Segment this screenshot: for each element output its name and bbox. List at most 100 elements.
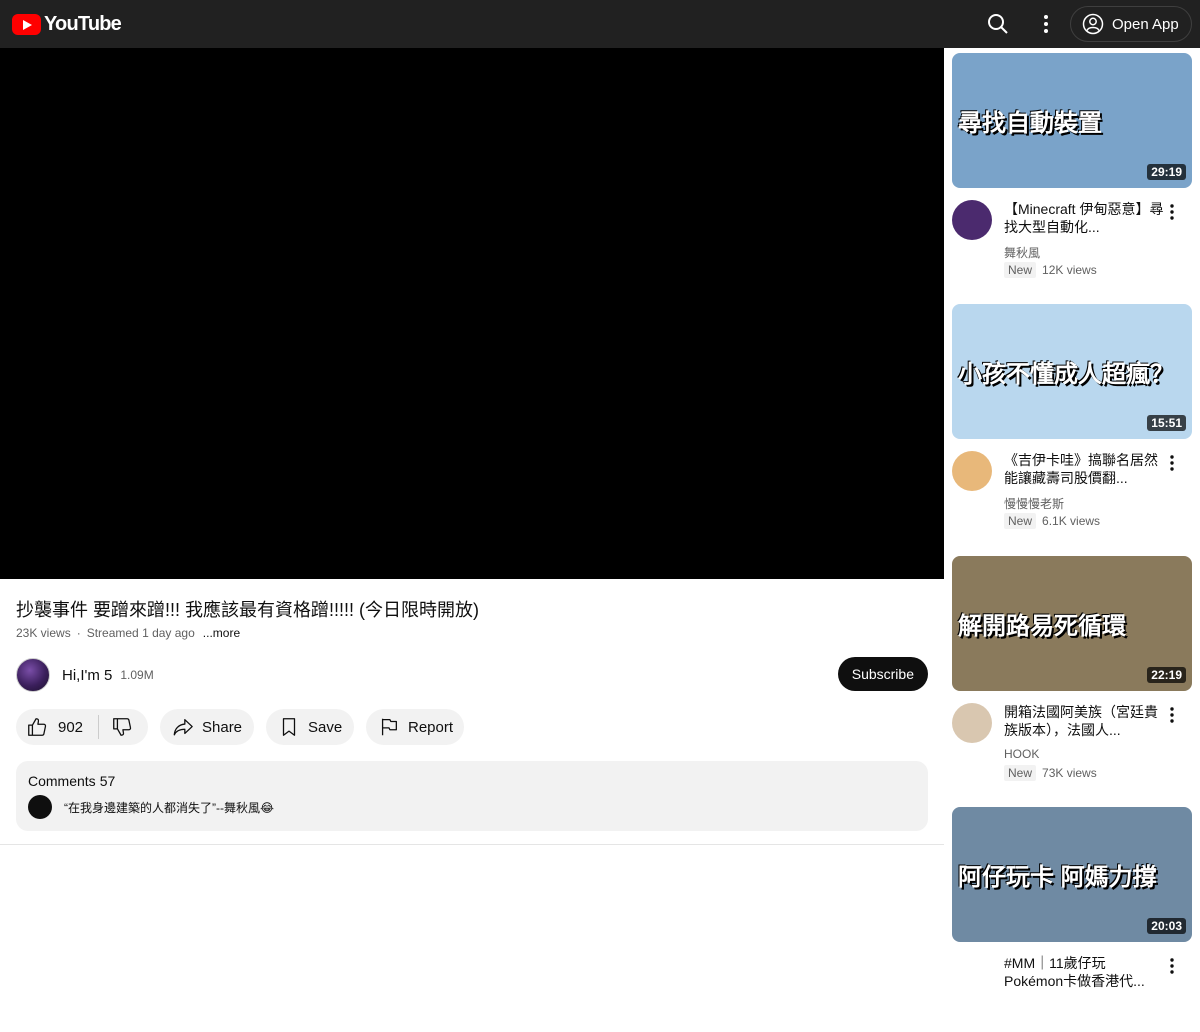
report-label: Report [408, 718, 454, 736]
channel-name[interactable]: Hi,I'm 5 [62, 667, 112, 684]
share-button[interactable]: Share [160, 709, 254, 745]
vertical-dots-icon[interactable] [1164, 202, 1180, 222]
video-duration: 20:03 [1147, 918, 1186, 934]
view-count: 23K views [16, 626, 71, 640]
view-count: 12K views [1042, 263, 1097, 277]
dot [1170, 719, 1174, 723]
thumbnail-caption: 尋找自動裝置 [958, 110, 1102, 137]
channel-row: Hi,I'm 5 1.09M Subscribe [16, 657, 928, 692]
video-duration: 22:19 [1147, 667, 1186, 683]
dot [1170, 713, 1174, 717]
video-thumbnail[interactable]: 小孩不懂成人超瘋？ 15:51 [952, 304, 1192, 439]
video-info: 《吉伊卡哇》搞聯名居然能讓藏壽司股價翻... 慢慢慢老斯 New 6.1K views [952, 439, 1192, 529]
section-divider [0, 844, 944, 845]
channel-avatar[interactable] [952, 703, 992, 743]
comments-count: 57 [99, 773, 116, 789]
channel-name: 舞秋風 [1004, 246, 1041, 260]
dot [1170, 964, 1174, 968]
flag-icon [381, 718, 397, 736]
subscribe-button[interactable]: Subscribe [837, 657, 928, 691]
channel-name: HOOK [1004, 747, 1040, 761]
top-bar: YouTube Open App [0, 0, 1200, 48]
related-video-card[interactable]: 小孩不懂成人超瘋？ 15:51 《吉伊卡哇》搞聯名居然能讓藏壽司股價翻... 慢慢慢老… [952, 304, 1192, 529]
video-stats: New 73K views [1004, 765, 1097, 781]
video-title[interactable]: #MM｜11歲仔玩Pokémon卡做香港代... [1004, 954, 1164, 990]
vertical-dots-icon[interactable] [1164, 956, 1180, 976]
dot [1170, 970, 1174, 974]
comments-panel[interactable]: Comments 57 “在我身邊建築的人都消失了”--舞秋風😂 [16, 761, 928, 831]
youtube-logo[interactable]: YouTube [12, 13, 122, 36]
thumbs-down-icon[interactable] [111, 716, 133, 738]
like-dislike-group: 902 [16, 709, 148, 745]
report-button[interactable]: Report [366, 709, 464, 745]
subscriber-count: 1.09M [120, 668, 154, 682]
dot [1170, 216, 1174, 220]
channel-avatar[interactable] [952, 954, 992, 994]
video-thumbnail[interactable]: 阿仔玩卡 阿媽力撐 20:03 [952, 807, 1192, 942]
new-badge: New [1004, 513, 1037, 529]
meta-separator: · [76, 626, 81, 640]
top-comment: “在我身邊建築的人都消失了”--舞秋風😂 [28, 795, 916, 819]
vertical-dots-icon [1044, 15, 1048, 33]
video-meta: 23K views · Streamed 1 day ago ...more [16, 626, 240, 640]
dot [1170, 707, 1174, 711]
video-title[interactable]: 開箱法國阿美族（宮廷貴族版本），法國人... [1004, 703, 1164, 739]
thumbnail-caption: 阿仔玩卡 阿媽力撐 [958, 864, 1157, 891]
comments-label: Comments [28, 773, 96, 789]
commenter-avatar [28, 795, 52, 819]
youtube-play-icon [12, 14, 41, 35]
dot [1170, 210, 1174, 214]
share-label: Share [202, 718, 243, 736]
logo-text: YouTube [44, 13, 122, 35]
video-info: #MM｜11歲仔玩Pokémon卡做香港代... [952, 942, 1192, 1032]
related-video-card[interactable]: 尋找自動裝置 29:19 【Minecraft 伊甸惡意】尋找大型自動化... 舞秋風… [952, 53, 1192, 278]
top-comment-text: “在我身邊建築的人都消失了”--舞秋風😂 [64, 800, 275, 815]
dot [1170, 455, 1174, 459]
video-stats: New 12K views [1004, 262, 1097, 278]
share-icon [173, 719, 193, 736]
thumbs-up-icon[interactable] [26, 716, 48, 738]
video-thumbnail[interactable]: 尋找自動裝置 29:19 [952, 53, 1192, 188]
thumbnail-caption: 小孩不懂成人超瘋？ [958, 361, 1174, 388]
open-app-label: Open App [1112, 15, 1179, 33]
like-count: 902 [58, 718, 84, 736]
dot [1170, 958, 1174, 962]
more-link[interactable]: ...more [203, 626, 240, 640]
related-video-card[interactable]: 解開路易死循環 22:19 開箱法國阿美族（宮廷貴族版本），法國人... HOOK Ne… [952, 556, 1192, 781]
streamed-time: Streamed 1 day ago [86, 626, 195, 640]
video-title[interactable]: 【Minecraft 伊甸惡意】尋找大型自動化... [1004, 200, 1164, 236]
video-duration: 15:51 [1147, 415, 1186, 431]
video-thumbnail[interactable]: 解開路易死循環 22:19 [952, 556, 1192, 691]
bookmark-icon [282, 718, 296, 736]
video-stats: New 6.1K views [1004, 513, 1100, 529]
vertical-dots-icon[interactable] [1164, 453, 1180, 473]
video-duration: 29:19 [1147, 164, 1186, 180]
comments-header: Comments 57 [28, 773, 916, 789]
dot [1170, 461, 1174, 465]
vertical-dots-icon[interactable] [1164, 705, 1180, 725]
search-button[interactable] [984, 10, 1012, 38]
new-badge: New [1004, 765, 1037, 781]
save-label: Save [308, 718, 343, 736]
action-bar: 902 Share Save Report [16, 709, 476, 745]
dot [1170, 467, 1174, 471]
account-icon [1082, 13, 1104, 35]
video-info: 【Minecraft 伊甸惡意】尋找大型自動化... 舞秋風 New 12K view… [952, 188, 1192, 278]
video-player[interactable] [0, 48, 944, 579]
video-info: 開箱法國阿美族（宮廷貴族版本），法國人... HOOK New 73K views [952, 691, 1192, 781]
dot [1170, 204, 1174, 208]
channel-avatar[interactable] [952, 200, 992, 240]
video-title[interactable]: 《吉伊卡哇》搞聯名居然能讓藏壽司股價翻... [1004, 451, 1164, 487]
view-count: 6.1K views [1042, 514, 1101, 528]
video-title: 抄襲事件 要蹭來蹭!!! 我應該最有資格蹭!!!!! (今日限時開放) [16, 600, 479, 620]
channel-avatar[interactable] [16, 658, 50, 692]
search-icon [988, 14, 1008, 34]
open-app-button[interactable]: Open App [1070, 6, 1192, 42]
save-button[interactable]: Save [266, 709, 354, 745]
related-video-card[interactable]: 阿仔玩卡 阿媽力撐 20:03 #MM｜11歲仔玩Pokémon卡做香港代... [952, 807, 1192, 1032]
like-divider [98, 715, 100, 739]
thumbnail-caption: 解開路易死循環 [958, 613, 1126, 640]
channel-name: 慢慢慢老斯 [1004, 497, 1065, 511]
channel-avatar[interactable] [952, 451, 992, 491]
more-options-button[interactable] [1032, 10, 1060, 38]
